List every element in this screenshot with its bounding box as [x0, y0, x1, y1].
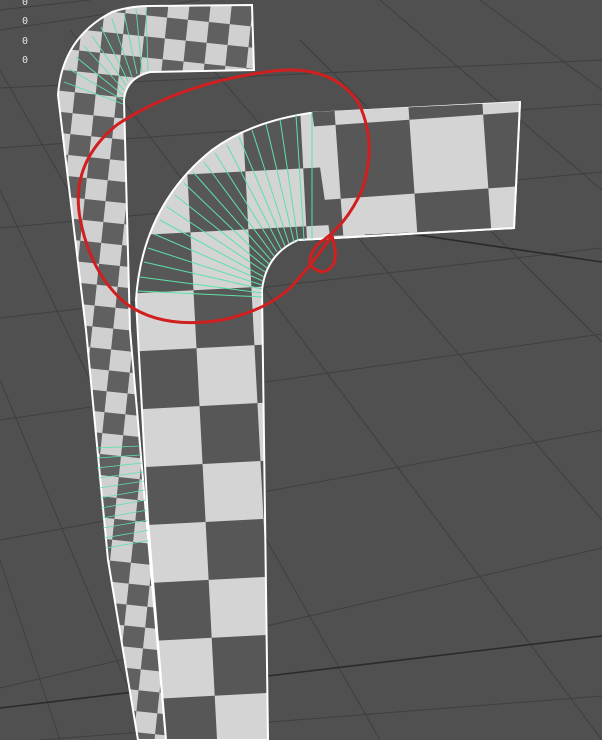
hud-stat: 0 [22, 54, 29, 66]
hud-stat: 0 [22, 16, 29, 28]
hud-stat: 0 [22, 35, 29, 47]
3d-viewport[interactable]: 0 0 0 0 [0, 0, 602, 740]
bent-pipe-front[interactable] [134, 100, 522, 740]
viewport-scene[interactable] [0, 0, 602, 740]
hud-stat: 0 [22, 0, 29, 8]
hud-stats: 0 0 0 0 [22, 0, 28, 70]
